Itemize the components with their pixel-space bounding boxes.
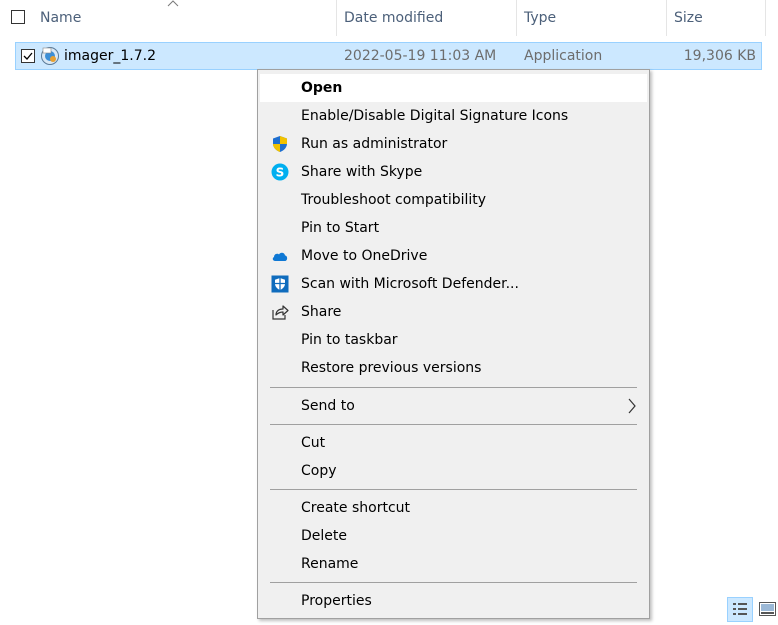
- file-name: imager_1.7.2: [64, 48, 156, 64]
- column-divider[interactable]: [336, 0, 337, 36]
- menu-item-label: Restore previous versions: [301, 360, 482, 376]
- file-row-checkbox[interactable]: [21, 49, 35, 63]
- context-menu: Open Enable/Disable Digital Signature Ic…: [257, 69, 650, 619]
- menu-item-label: Send to: [301, 398, 355, 414]
- column-name[interactable]: Name: [40, 0, 81, 36]
- menu-separator: [270, 424, 637, 425]
- menu-separator: [270, 489, 637, 490]
- menu-item-label: Share with Skype: [301, 164, 423, 180]
- menu-item-label: Properties: [301, 593, 372, 609]
- menu-item-label: Run as administrator: [301, 136, 448, 152]
- menu-item-label: Troubleshoot compatibility: [301, 192, 487, 208]
- menu-item-send-to[interactable]: Send to: [260, 392, 647, 420]
- menu-item-label: Move to OneDrive: [301, 248, 428, 264]
- svg-text:S: S: [276, 166, 285, 180]
- details-view-button[interactable]: [727, 597, 753, 622]
- menu-item-create-shortcut[interactable]: Create shortcut: [260, 494, 647, 522]
- menu-item-pin-taskbar[interactable]: Pin to taskbar: [260, 326, 647, 354]
- file-type: Application: [524, 48, 603, 64]
- menu-item-share-skype[interactable]: S Share with Skype: [260, 158, 647, 186]
- sort-ascending-icon: [167, 0, 179, 7]
- menu-item-troubleshoot[interactable]: Troubleshoot compatibility: [260, 186, 647, 214]
- view-mode-toggles: [727, 597, 778, 622]
- select-all-checkbox[interactable]: [11, 10, 25, 24]
- column-date-modified[interactable]: Date modified: [344, 0, 443, 36]
- menu-item-copy[interactable]: Copy: [260, 457, 647, 485]
- large-icons-view-icon[interactable]: [759, 602, 776, 616]
- menu-item-label: Pin to taskbar: [301, 332, 398, 348]
- details-view-icon: [733, 603, 747, 615]
- menu-item-open[interactable]: Open: [260, 74, 647, 102]
- column-size[interactable]: Size: [674, 0, 703, 36]
- menu-separator: [270, 387, 637, 388]
- column-header-row: Name Date modified Type Size: [0, 0, 778, 36]
- menu-item-label: Create shortcut: [301, 500, 411, 516]
- onedrive-icon: [272, 252, 288, 261]
- menu-item-label: Pin to Start: [301, 220, 380, 236]
- column-divider[interactable]: [516, 0, 517, 36]
- menu-item-label: Share: [301, 304, 342, 320]
- file-date-modified: 2022-05-19 11:03 AM: [344, 48, 497, 64]
- menu-item-label: Delete: [301, 528, 347, 544]
- chevron-right-icon: [628, 398, 636, 414]
- menu-item-label: Cut: [301, 435, 326, 451]
- uac-shield-icon: [273, 136, 287, 152]
- menu-separator: [270, 582, 637, 583]
- share-icon: [272, 305, 289, 320]
- checkmark-icon: [23, 52, 33, 60]
- application-icon: [41, 47, 59, 65]
- menu-item-label: Enable/Disable Digital Signature Icons: [301, 108, 569, 124]
- column-divider[interactable]: [666, 0, 667, 36]
- column-divider[interactable]: [765, 0, 766, 36]
- menu-item-delete[interactable]: Delete: [260, 522, 647, 550]
- menu-item-run-as-admin[interactable]: Run as administrator: [260, 130, 647, 158]
- skype-icon: S: [271, 163, 289, 181]
- menu-item-scan-defender[interactable]: Scan with Microsoft Defender...: [260, 270, 647, 298]
- column-type[interactable]: Type: [524, 0, 556, 36]
- menu-item-label: Open: [301, 80, 343, 96]
- file-row[interactable]: imager_1.7.2 2022-05-19 11:03 AM Applica…: [15, 42, 762, 70]
- menu-item-restore-versions[interactable]: Restore previous versions: [260, 354, 647, 382]
- menu-item-cut[interactable]: Cut: [260, 429, 647, 457]
- menu-item-rename[interactable]: Rename: [260, 550, 647, 578]
- menu-item-pin-start[interactable]: Pin to Start: [260, 214, 647, 242]
- menu-item-label: Copy: [301, 463, 337, 479]
- menu-item-share[interactable]: Share: [260, 298, 647, 326]
- menu-item-label: Scan with Microsoft Defender...: [301, 276, 519, 292]
- menu-item-properties[interactable]: Properties: [260, 587, 647, 615]
- file-size: 19,306 KB: [683, 48, 756, 64]
- menu-item-move-onedrive[interactable]: Move to OneDrive: [260, 242, 647, 270]
- menu-item-digital-signature[interactable]: Enable/Disable Digital Signature Icons: [260, 102, 647, 130]
- menu-item-label: Rename: [301, 556, 359, 572]
- defender-icon: [271, 275, 289, 293]
